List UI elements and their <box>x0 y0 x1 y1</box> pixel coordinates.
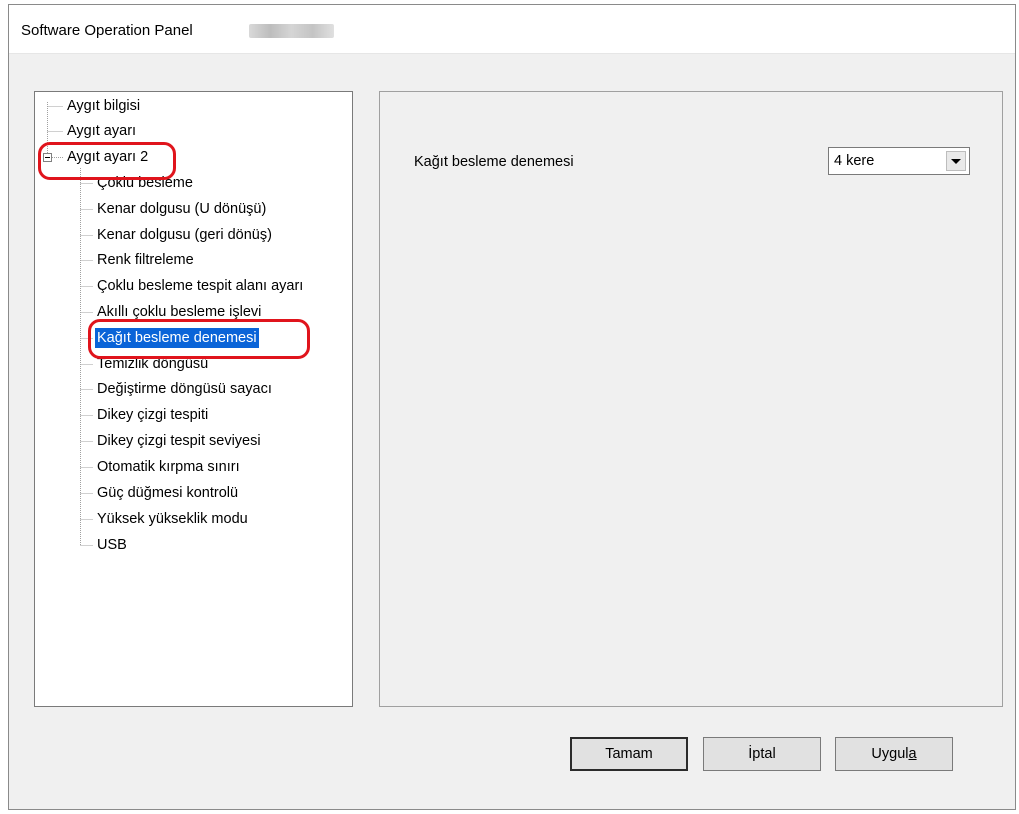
tree-item-degistirme-dongusu[interactable]: Değiştirme döngüsü sayacı <box>95 379 274 399</box>
chevron-down-icon[interactable] <box>946 151 966 171</box>
tree-item-usb[interactable]: USB <box>95 535 129 555</box>
highlight-circle-aygit-ayari-2 <box>38 142 176 180</box>
apply-accelerator: a <box>908 746 917 762</box>
ok-button[interactable]: Tamam <box>570 737 688 771</box>
tree-item-aygit-ayari[interactable]: Aygıt ayarı <box>65 121 138 141</box>
window-title: Software Operation Panel <box>21 22 193 39</box>
tree-item-coklu-besleme-tespit[interactable]: Çoklu besleme tespit alanı ayarı <box>95 276 305 296</box>
blurred-title-suffix <box>249 24 334 38</box>
tree-item-kenar-dolgusu-geri[interactable]: Kenar dolgusu (geri dönüş) <box>95 225 274 245</box>
paper-feed-retry-label: Kağıt besleme denemesi <box>414 154 574 170</box>
tree-item-aygit-bilgisi[interactable]: Aygıt bilgisi <box>65 96 142 116</box>
tree-item-kenar-dolgusu-u[interactable]: Kenar dolgusu (U dönüşü) <box>95 199 268 219</box>
tree-item-renk-filtreleme[interactable]: Renk filtreleme <box>95 250 196 270</box>
tree-item-dikey-cizgi-seviyesi[interactable]: Dikey çizgi tespit seviyesi <box>95 431 263 451</box>
settings-tree[interactable]: Aygıt bilgisi Aygıt ayarı Aygıt ayarı 2 … <box>34 91 353 707</box>
apply-button[interactable]: Uygul a <box>835 737 953 771</box>
tree-item-guc-dugmesi[interactable]: Güç düğmesi kontrolü <box>95 483 240 503</box>
apply-label: Uygul <box>871 746 909 762</box>
paper-feed-retry-value: 4 kere <box>834 153 875 169</box>
highlight-circle-kagit-besleme <box>88 319 310 359</box>
tree-item-dikey-cizgi-tespiti[interactable]: Dikey çizgi tespiti <box>95 405 210 425</box>
software-operation-panel-window: Software Operation Panel Aygıt bilgisi A… <box>8 4 1016 810</box>
settings-content-panel: Kağıt besleme denemesi 4 kere <box>379 91 1003 707</box>
paper-feed-retry-select[interactable]: 4 kere <box>828 147 970 175</box>
tree-item-otomatik-kirpma[interactable]: Otomatik kırpma sınırı <box>95 457 242 477</box>
tree-item-yuksek-yukseklik[interactable]: Yüksek yükseklik modu <box>95 509 250 529</box>
title-bar: Software Operation Panel <box>9 5 1015 54</box>
cancel-button[interactable]: İptal <box>703 737 821 771</box>
